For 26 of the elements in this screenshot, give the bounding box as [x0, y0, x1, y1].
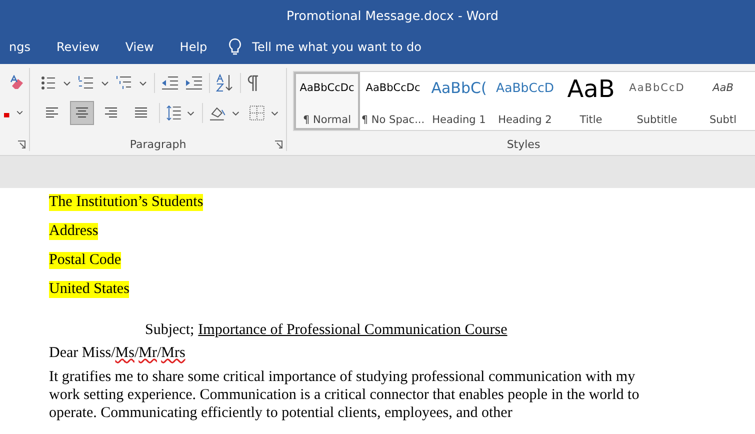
align-icon[interactable] — [70, 101, 94, 125]
dialog-launcher-icon[interactable] — [274, 140, 283, 149]
body-paragraph: It gratifies me to share some critical importance of studying professional communication with my work setting experience. Communication is a critical connector that enables people in the world to operate. Communicating efficiently to potential clients, employees, and other — [49, 368, 640, 422]
bullets-icon[interactable] — [40, 75, 72, 91]
window-title: Promotional Message.docx - Word — [286, 8, 498, 22]
sort-icon[interactable] — [216, 74, 234, 92]
group-label: Styles — [506, 138, 540, 151]
pilcrow-icon[interactable] — [247, 75, 259, 91]
ribbon-tab[interactable]: Review — [43, 36, 112, 58]
ribbon-tab[interactable]: Help — [166, 36, 220, 58]
decrease-indent-icon[interactable] — [161, 75, 179, 91]
dialog-launcher-icon[interactable] — [17, 140, 26, 149]
eraser-icon[interactable] — [9, 75, 25, 91]
subject-text: Importance of Professional Communication Course — [198, 322, 508, 339]
greeting: Dear Miss/Ms/Mr/Mrs — [49, 345, 186, 361]
lightbulb-icon[interactable] — [228, 38, 242, 56]
style-option[interactable]: AaBbCcDc ¶ Normal — [294, 72, 360, 130]
subject-label: Subject; — [145, 322, 194, 339]
group-label: Paragraph — [130, 138, 186, 151]
increase-indent-icon[interactable] — [185, 75, 203, 91]
multilevel-list-icon[interactable] — [116, 75, 148, 91]
numbering-icon[interactable] — [78, 75, 110, 91]
tell-me-field[interactable]: Tell me what you want to do — [252, 40, 422, 54]
line-spacing-icon[interactable] — [166, 104, 196, 122]
ribbon-tab[interactable]: ngs — [0, 36, 44, 58]
ribbon-tab[interactable]: View — [112, 36, 167, 58]
